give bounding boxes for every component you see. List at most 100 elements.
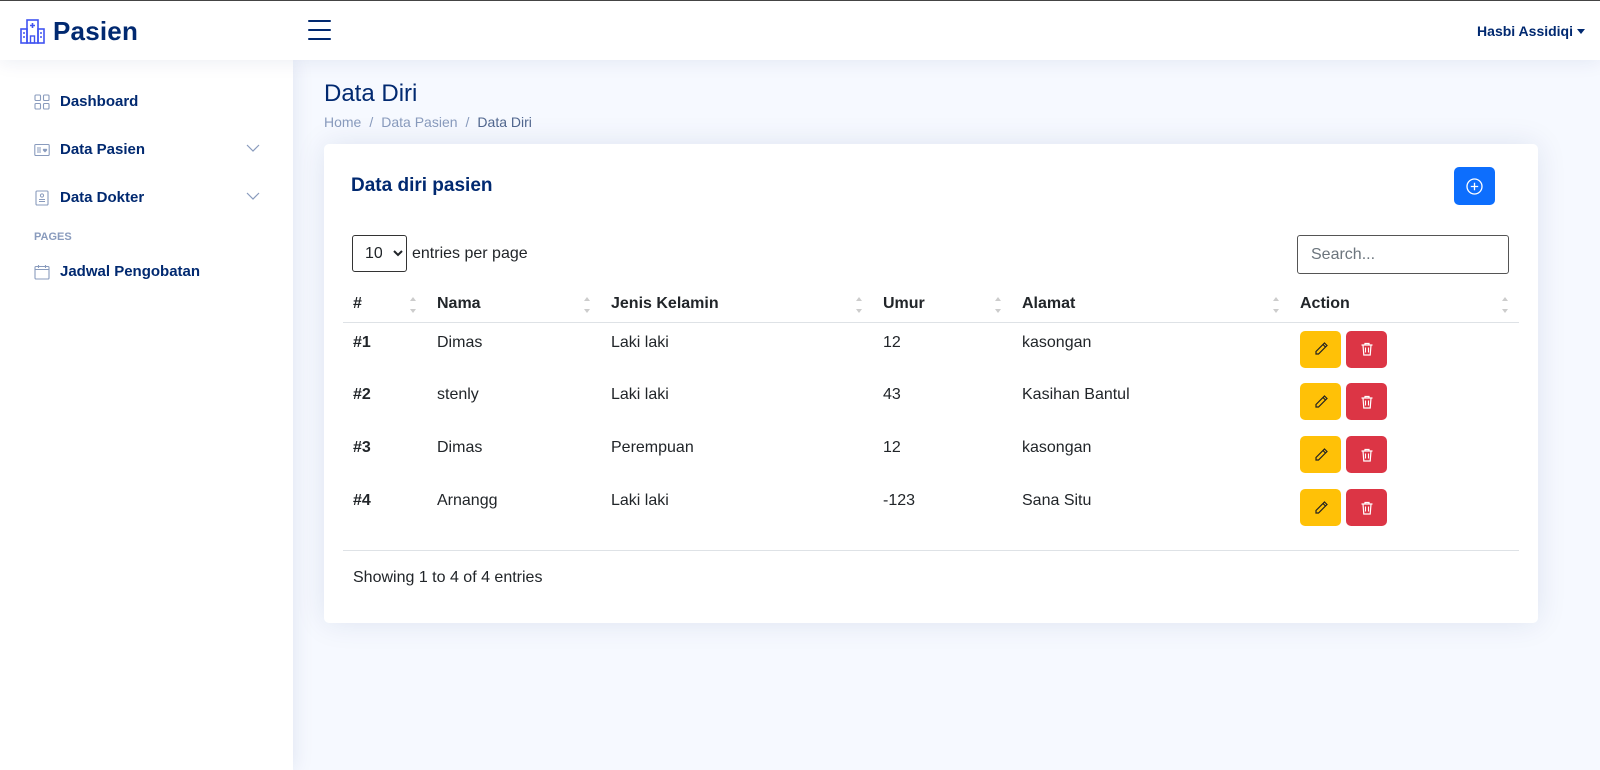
cell-jenis-kelamin: Laki laki	[611, 386, 669, 403]
page-title: Data Diri	[324, 80, 418, 107]
cell-actions	[1290, 322, 1519, 375]
table-row: #2 stenly Laki laki 43 Kasihan Bantul	[343, 375, 1519, 428]
chevron-down-icon	[246, 144, 260, 152]
delete-button[interactable]	[1346, 489, 1388, 526]
cell-actions	[1290, 481, 1519, 534]
cell-nama: Arnangg	[437, 492, 498, 509]
trash-icon	[1361, 448, 1373, 462]
plus-circle-icon	[1466, 177, 1483, 195]
trash-icon	[1361, 395, 1373, 409]
sidebar-item-label: Jadwal Pengobatan	[60, 263, 201, 280]
cell-number: #2	[353, 386, 371, 403]
cell-nama: Dimas	[437, 333, 483, 351]
cell-umur: 43	[883, 386, 901, 403]
column-label: Jenis Kelamin	[611, 294, 719, 312]
page-title-block: Data Diri Home / Data Pasien / Data Diri	[324, 80, 532, 130]
sort-icon	[1502, 297, 1508, 313]
column-label: Umur	[883, 294, 925, 312]
breadcrumb-data-pasien[interactable]: Data Pasien	[381, 114, 457, 130]
column-header-action[interactable]: Action	[1290, 286, 1519, 323]
table-row: #4 Arnangg Laki laki -123 Sana Situ	[343, 481, 1519, 534]
pencil-icon	[1314, 447, 1328, 461]
cell-number: #3	[353, 439, 371, 456]
patient-data-card: Data diri pasien 10 entries per page # N…	[324, 144, 1538, 623]
chevron-down-icon	[246, 192, 260, 200]
table-header-row: # Nama Jenis Kelamin Umur Alamat Action	[343, 286, 1519, 323]
card-heart-icon	[34, 143, 50, 156]
edit-button[interactable]	[1300, 489, 1341, 526]
column-label: Alamat	[1022, 294, 1076, 312]
cell-actions	[1290, 428, 1519, 481]
toggle-sidebar-icon[interactable]	[308, 20, 331, 42]
edit-button[interactable]	[1300, 330, 1341, 368]
column-header-nama[interactable]: Nama	[427, 286, 601, 323]
cell-alamat: Kasihan Bantul	[1022, 386, 1130, 403]
column-header-jenis-kelamin[interactable]: Jenis Kelamin	[601, 286, 873, 323]
cell-nama: stenly	[437, 386, 479, 403]
sidebar-heading-pages: PAGES	[34, 231, 72, 243]
column-header-alamat[interactable]: Alamat	[1012, 286, 1290, 323]
cell-number: #4	[353, 492, 371, 509]
column-header-number[interactable]: #	[343, 286, 427, 323]
sidebar-item-label: Dashboard	[60, 93, 139, 110]
sort-icon	[1273, 297, 1279, 313]
pencil-icon	[1314, 394, 1328, 408]
caret-down-icon	[1577, 28, 1585, 34]
grid-icon	[34, 93, 50, 110]
cell-jenis-kelamin: Perempuan	[611, 439, 694, 456]
column-header-umur[interactable]: Umur	[873, 286, 1012, 323]
delete-button[interactable]	[1346, 436, 1388, 473]
search-input[interactable]	[1297, 235, 1509, 274]
table-info: Showing 1 to 4 of 4 entries	[353, 569, 543, 586]
sidebar-item-data-dokter[interactable]: Data Dokter	[34, 189, 260, 206]
sidebar: Dashboard Data Pasien Data Dokter PAGES …	[0, 60, 293, 770]
sort-icon	[995, 297, 1001, 313]
trash-icon	[1361, 342, 1373, 356]
entries-per-page-select[interactable]: 10	[352, 235, 407, 272]
edit-button[interactable]	[1300, 436, 1341, 473]
entries-per-page: 10 entries per page	[352, 235, 528, 272]
cell-alamat: kasongan	[1022, 333, 1092, 351]
logo[interactable]: Pasien	[19, 16, 138, 47]
breadcrumb-current: Data Diri	[477, 114, 532, 130]
sort-icon	[410, 297, 416, 313]
entries-label: entries per page	[412, 244, 528, 262]
sidebar-item-data-pasien[interactable]: Data Pasien	[34, 141, 260, 158]
cell-actions	[1290, 375, 1519, 428]
delete-button[interactable]	[1346, 383, 1388, 420]
sidebar-item-jadwal-pengobatan[interactable]: Jadwal Pengobatan	[34, 263, 260, 280]
breadcrumb-separator: /	[465, 114, 470, 130]
brand-name: Pasien	[53, 16, 139, 46]
sidebar-item-dashboard[interactable]: Dashboard	[34, 93, 260, 110]
cell-jenis-kelamin: Laki laki	[611, 333, 669, 351]
cell-jenis-kelamin: Laki laki	[611, 492, 669, 509]
top-header: Pasien Hasbi Assidiqi	[0, 0, 1600, 60]
trash-icon	[1361, 501, 1373, 515]
delete-button[interactable]	[1346, 330, 1388, 368]
cell-umur: 12	[883, 333, 901, 351]
hospital-icon	[20, 19, 45, 44]
sort-icon	[856, 297, 862, 313]
cell-alamat: kasongan	[1022, 439, 1092, 456]
edit-button[interactable]	[1300, 383, 1341, 420]
pencil-icon	[1314, 342, 1328, 355]
breadcrumb-home[interactable]: Home	[324, 114, 361, 130]
patient-table: # Nama Jenis Kelamin Umur Alamat Action …	[343, 286, 1519, 534]
cell-number: #1	[353, 333, 371, 351]
table-row: #1 Dimas Laki laki 12 kasongan	[343, 322, 1519, 375]
user-menu[interactable]: Hasbi Assidiqi	[1477, 23, 1585, 39]
sidebar-item-label: Data Pasien	[60, 141, 146, 158]
add-patient-button[interactable]	[1454, 167, 1495, 205]
card-title: Data diri pasien	[351, 175, 493, 196]
pencil-icon	[1314, 500, 1328, 514]
cell-alamat: Sana Situ	[1022, 492, 1092, 509]
table-bottom-divider	[343, 550, 1519, 551]
column-label: Action	[1300, 294, 1350, 312]
sort-icon	[584, 297, 590, 313]
breadcrumb: Home / Data Pasien / Data Diri	[324, 114, 532, 130]
table-row: #3 Dimas Perempuan 12 kasongan	[343, 428, 1519, 481]
cell-umur: 12	[883, 439, 901, 456]
cell-umur: -123	[883, 492, 916, 509]
calendar-icon	[34, 264, 50, 280]
column-label: #	[353, 294, 362, 312]
